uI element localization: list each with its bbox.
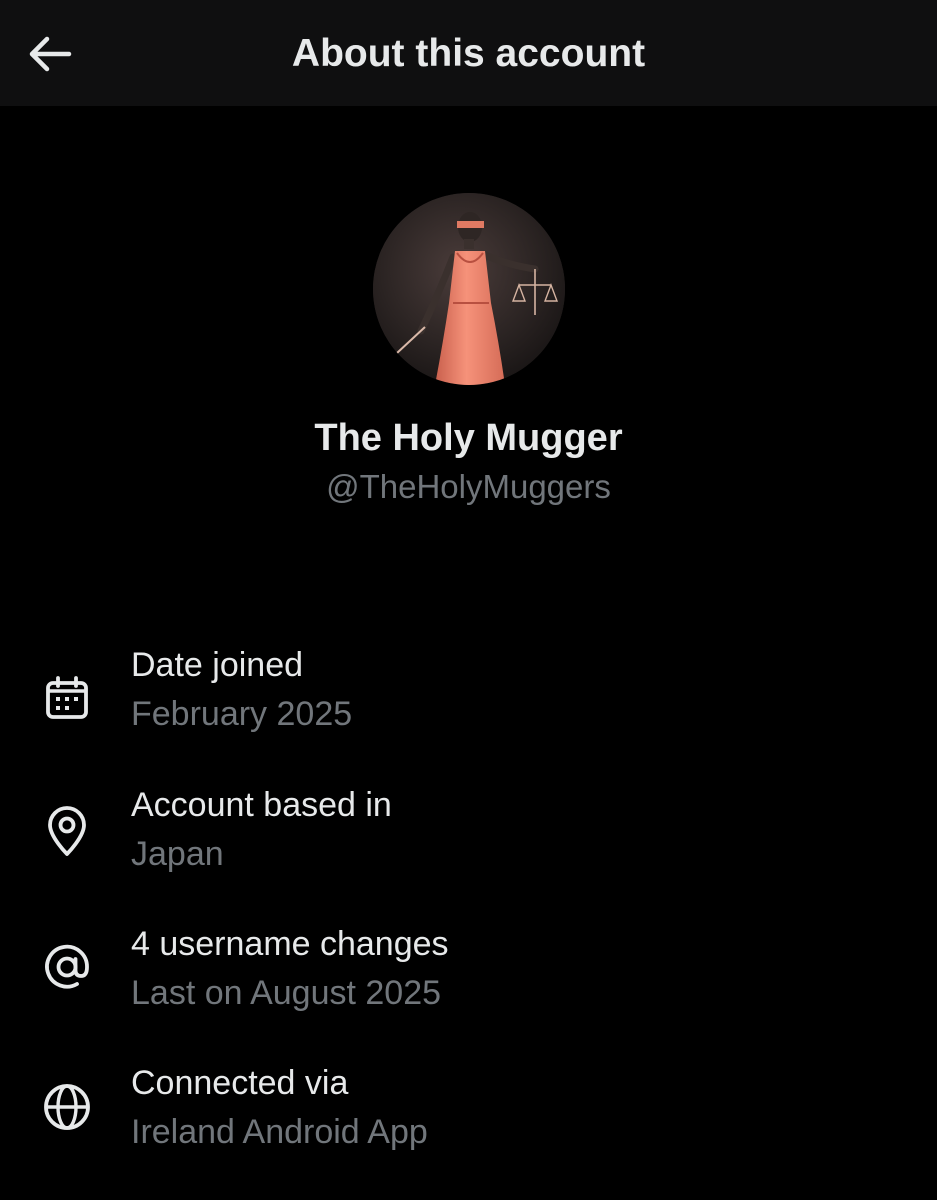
detail-value: Ireland Android App — [131, 1113, 428, 1151]
globe-icon — [38, 1078, 96, 1136]
detail-row-account-location: Account based in Japan — [0, 781, 937, 891]
detail-label: Account based in — [131, 786, 392, 824]
profile-handle: @TheHolyMuggers — [326, 468, 611, 505]
top-bar: About this account — [0, 0, 937, 106]
detail-row-connected-via: Connected via Ireland Android App — [0, 1059, 937, 1169]
detail-value: Last on August 2025 — [131, 974, 442, 1012]
page-title: About this account — [291, 32, 646, 75]
detail-value: February 2025 — [131, 695, 353, 733]
profile-avatar[interactable] — [373, 193, 565, 385]
location-pin-icon — [38, 803, 96, 861]
at-sign-icon — [38, 938, 96, 996]
detail-value: Japan — [131, 835, 224, 873]
detail-label: Connected via — [131, 1064, 349, 1102]
calendar-icon — [38, 669, 96, 727]
profile-display-name: The Holy Mugger — [314, 417, 623, 459]
detail-row-date-joined: Date joined February 2025 — [0, 641, 937, 751]
detail-row-username-changes: 4 username changes Last on August 2025 — [0, 920, 937, 1030]
detail-label: Date joined — [131, 646, 304, 684]
detail-label: 4 username changes — [131, 925, 449, 963]
